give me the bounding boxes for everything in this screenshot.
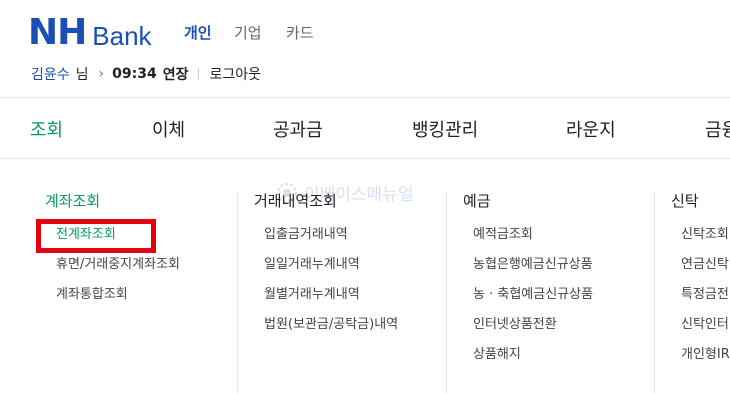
menu-link-deposit-withdrawal[interactable]: 입출금거래내역 [254, 226, 398, 256]
menu-link-product-termination[interactable]: 상품해지 [463, 346, 593, 376]
extend-session-button[interactable]: 연장 [163, 64, 189, 84]
menu-head-account[interactable]: 계좌조회 [45, 190, 180, 211]
user-name[interactable]: 김윤수 [31, 64, 70, 84]
menu-link-specific-money-trust[interactable]: 특정금전 [671, 286, 730, 316]
menu-link-trust-internet[interactable]: 신탁인터 [671, 316, 730, 346]
column-divider [237, 193, 238, 393]
chevron-right-icon[interactable]: › [99, 66, 105, 82]
menu-column-deposit: 예금 예적금조회 농협은행예금신규상품 농 · 축협예금신규상품 인터넷상품전환… [463, 190, 593, 376]
logo-mark: NH [28, 12, 87, 53]
menu-link-court-deposit[interactable]: 법원(보관금/공탁금)내역 [254, 316, 398, 346]
column-divider [654, 193, 655, 393]
segment-card[interactable]: 카드 [286, 22, 314, 43]
user-suffix: 님 [75, 67, 89, 83]
gnb-item-utility[interactable]: 공과금 [273, 116, 323, 142]
menu-link-savings-inquiry[interactable]: 예적금조회 [463, 226, 593, 256]
menu-link-internet-conversion[interactable]: 인터넷상품전환 [463, 316, 593, 346]
separator [198, 68, 200, 80]
menu-head-trust[interactable]: 신탁 [671, 190, 730, 211]
menu-link-dormant-accounts[interactable]: 휴면/거래중지계좌조회 [45, 256, 180, 286]
gnb-item-transfer[interactable]: 이체 [152, 116, 185, 142]
menu-link-personal-irp[interactable]: 개인형IR [671, 346, 730, 376]
menu-link-pension-trust[interactable]: 연금신탁 [671, 256, 730, 286]
menu-link-coop-new-products[interactable]: 농 · 축협예금신규상품 [463, 286, 593, 316]
logout-button[interactable]: 로그아웃 [209, 64, 261, 84]
menu-column-account: 계좌조회 전계좌조회 휴면/거래중지계좌조회 계좌통합조회 [45, 190, 180, 316]
user-status-bar: 김윤수 님 › 09:34 연장 로그아웃 [31, 64, 261, 84]
menu-head-history[interactable]: 거래내역조회 [254, 190, 398, 211]
menu-column-trust: 신탁 신탁조회 연금신탁 특정금전 신탁인터 개인형IR [671, 190, 730, 376]
gnb-item-inquiry[interactable]: 조회 [30, 116, 63, 142]
global-nav: 조회 이체 공과금 뱅킹관리 라운지 금융 [0, 98, 730, 159]
menu-column-history: 거래내역조회 입출금거래내역 일일거래누계내역 월별거래누계내역 법원(보관금/… [254, 190, 398, 346]
logo-text: Bank [92, 21, 152, 51]
column-divider [446, 193, 447, 393]
segment-business[interactable]: 기업 [234, 22, 262, 43]
gnb-item-banking-mgmt[interactable]: 뱅킹관리 [412, 116, 478, 142]
nh-bank-logo[interactable]: NH Bank [28, 14, 152, 52]
menu-link-monthly-summary[interactable]: 월별거래누계내역 [254, 286, 398, 316]
menu-link-trust-inquiry[interactable]: 신탁조회 [671, 226, 730, 256]
menu-link-daily-summary[interactable]: 일일거래누계내역 [254, 256, 398, 286]
gnb-item-lounge[interactable]: 라운지 [566, 116, 616, 142]
gnb-item-finance[interactable]: 금융 [705, 116, 730, 142]
menu-link-integrated-accounts[interactable]: 계좌통합조회 [45, 286, 180, 316]
menu-head-deposit[interactable]: 예금 [463, 190, 593, 211]
top-header: NH Bank 개인 기업 카드 김윤수 님 › 09:34 연장 로그아웃 [0, 0, 730, 98]
session-timer: 09:34 [112, 66, 157, 82]
highlight-box [36, 219, 156, 253]
segment-personal[interactable]: 개인 [184, 22, 212, 43]
menu-link-nh-new-products[interactable]: 농협은행예금신규상품 [463, 256, 593, 286]
